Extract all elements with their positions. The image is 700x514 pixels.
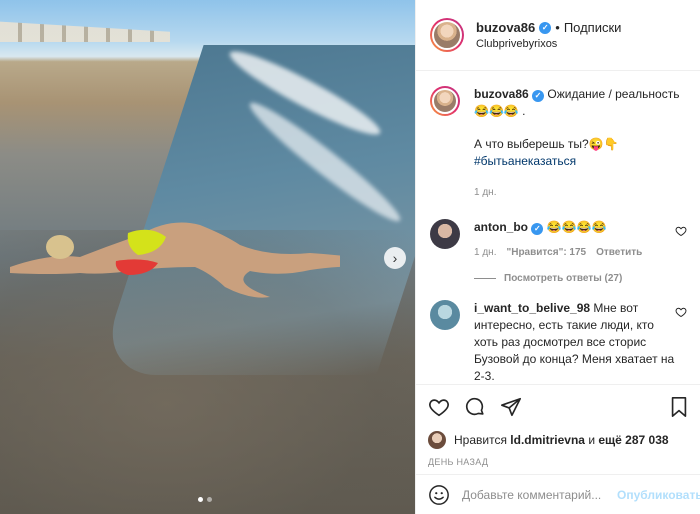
caption-hashtag[interactable]: #бытьанеказаться (474, 153, 687, 170)
caption-emoji: 😂😂😂 . (474, 104, 526, 118)
reply-button[interactable]: Ответить (596, 244, 642, 261)
likes-summary: Нравится ld.dmitrievna и ещё 287 038 (428, 431, 689, 449)
commenter-avatar[interactable] (430, 219, 460, 249)
view-replies-button[interactable]: Посмотреть ответы (27) (474, 273, 687, 284)
likes-and: и (588, 433, 596, 447)
caption-username[interactable]: buzova86 (474, 87, 529, 101)
carousel-dot-active (198, 497, 203, 502)
comment-text: 😂😂😂😂 (546, 220, 607, 234)
comment-icon[interactable] (464, 396, 486, 418)
add-comment-bar: Опубликовать (416, 474, 700, 514)
carousel-dots (198, 497, 212, 502)
comment-input[interactable] (462, 487, 617, 502)
caption-time[interactable]: 1 дн. (474, 184, 496, 201)
caption-text-line2: А что выберешь ты?😜👇 (474, 137, 619, 151)
likes-count[interactable]: ещё 287 038 (598, 433, 668, 447)
heart-icon[interactable] (675, 306, 687, 318)
bookmark-icon[interactable] (669, 396, 689, 418)
carousel-next-button[interactable]: › (384, 247, 406, 269)
comment-time[interactable]: 1 дн. (474, 244, 496, 261)
comments-list[interactable]: buzova86 ✓ Ожидание / реальность 😂😂😂 . А… (416, 72, 700, 384)
comment-username[interactable]: i_want_to_belive_98 (474, 301, 590, 315)
author-avatar[interactable] (430, 18, 464, 52)
replies-divider (474, 278, 496, 279)
avatar-image (432, 20, 462, 50)
caption-avatar[interactable] (430, 86, 460, 116)
carousel-dot (207, 497, 212, 502)
publish-button[interactable]: Опубликовать (617, 488, 700, 502)
heart-icon[interactable] (675, 225, 687, 237)
post-side-panel: buzova86 ✓ • Подписки Clubprivebyrixos b… (415, 0, 700, 514)
following-button[interactable]: Подписки (564, 20, 622, 35)
heart-icon[interactable] (428, 396, 450, 418)
comment-likes[interactable]: "Нравится": 175 (506, 244, 586, 261)
share-icon[interactable] (500, 396, 522, 418)
liker-username[interactable]: ld.dmitrievna (510, 433, 585, 447)
verified-icon: ✓ (531, 222, 544, 235)
header-separator: • (555, 20, 560, 35)
post-date[interactable]: ДЕНЬ НАЗАД (428, 457, 689, 467)
post-actions: Нравится ld.dmitrievna и ещё 287 038 ДЕН… (416, 384, 700, 467)
liker-avatar[interactable] (428, 431, 446, 449)
beach-cabanas (0, 21, 170, 42)
likes-prefix: Нравится (454, 433, 507, 447)
commenter-avatar[interactable] (430, 300, 460, 330)
caption-text-line1: Ожидание / реальность (547, 87, 680, 101)
reclining-woman-figure (10, 222, 340, 298)
comment-username[interactable]: anton_bo (474, 220, 528, 234)
view-replies-label: Посмотреть ответы (27) (504, 273, 623, 284)
post-photo[interactable]: › (0, 0, 415, 514)
comment-item: anton_bo ✓ 😂😂😂😂 1 дн. "Нравится": 175 От… (430, 219, 687, 261)
comment-item: i_want_to_belive_98 Мне вот интересно, е… (430, 300, 687, 384)
author-username[interactable]: buzova86 (476, 20, 535, 35)
verified-icon: ✓ (532, 89, 545, 102)
post-location[interactable]: Clubprivebyrixos (476, 38, 621, 50)
header-text: buzova86 ✓ • Подписки Clubprivebyrixos (476, 20, 621, 50)
post-caption: buzova86 ✓ Ожидание / реальность 😂😂😂 . А… (430, 86, 687, 201)
avatar-image (432, 88, 458, 114)
chevron-right-icon: › (392, 250, 398, 266)
verified-icon: ✓ (539, 21, 552, 34)
emoji-icon[interactable] (428, 484, 450, 506)
post-header: buzova86 ✓ • Подписки Clubprivebyrixos (416, 0, 700, 71)
